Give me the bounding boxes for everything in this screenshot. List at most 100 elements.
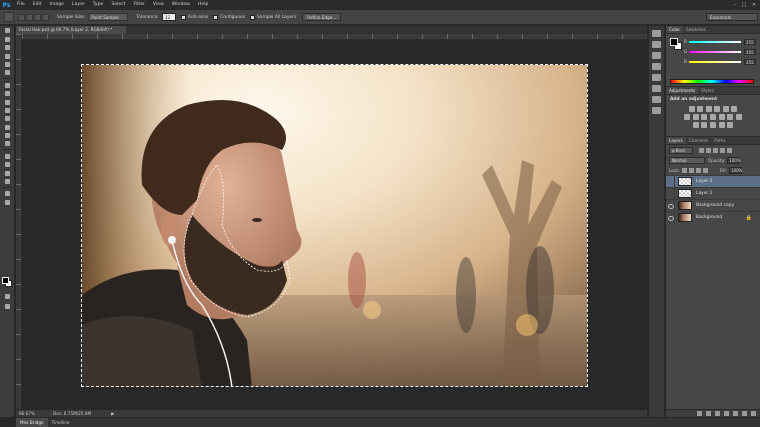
gradient-triangle-icon[interactable]: [731, 106, 738, 112]
layer-row-layer-2[interactable]: Layer 2: [666, 175, 760, 188]
delete-layer-icon[interactable]: [751, 411, 756, 416]
intersect-selection-icon[interactable]: [42, 13, 49, 21]
menu-view[interactable]: View: [149, 0, 168, 10]
new-group-icon[interactable]: [733, 411, 738, 416]
color-lookup-icon[interactable]: [727, 114, 734, 120]
color-foreground-swatch[interactable]: [670, 38, 678, 46]
tab-swatches[interactable]: Swatches: [683, 26, 709, 33]
contiguous-checkbox[interactable]: [213, 14, 219, 20]
threshold-icon[interactable]: [710, 122, 716, 128]
menu-file[interactable]: File: [13, 0, 29, 10]
visibility-toggle[interactable]: [666, 175, 675, 188]
channel-mixer-icon[interactable]: [718, 114, 725, 120]
crop-tool-icon[interactable]: [3, 61, 12, 68]
filter-type-icon[interactable]: [713, 147, 718, 153]
pen-tool-icon[interactable]: [3, 153, 12, 160]
filter-pixel-icon[interactable]: [699, 147, 704, 153]
screen-mode-icon[interactable]: [3, 303, 12, 310]
dodge-tool-icon[interactable]: [3, 140, 12, 147]
eye-icon[interactable]: [666, 199, 675, 212]
selective-color-icon[interactable]: [727, 122, 734, 128]
move-tool-icon[interactable]: [3, 27, 12, 34]
lock-image-icon[interactable]: [688, 167, 694, 173]
refine-edge-button[interactable]: Refine Edge...: [302, 13, 342, 21]
subtract-from-selection-icon[interactable]: [34, 13, 41, 21]
tab-paths[interactable]: Paths: [711, 137, 728, 144]
workspace-select[interactable]: Essentials: [706, 13, 758, 21]
marquee-tool-icon[interactable]: [3, 36, 12, 43]
zoom-tool-icon[interactable]: [3, 199, 12, 206]
visibility-toggle[interactable]: [666, 187, 675, 200]
opacity-input[interactable]: 100%: [727, 156, 741, 164]
tab-adjustments[interactable]: Adjustments: [666, 87, 699, 94]
clone-source-icon[interactable]: [652, 107, 661, 114]
levels-icon[interactable]: [697, 106, 704, 112]
blend-mode-select[interactable]: Normal: [669, 156, 705, 164]
layer-row-background-copy[interactable]: Background copy: [666, 199, 760, 212]
menu-window[interactable]: Window: [168, 0, 194, 10]
brush-presets-icon[interactable]: [652, 74, 661, 81]
magic-wand-tool-preset-icon[interactable]: [4, 12, 14, 22]
minimize-button[interactable]: –: [731, 0, 739, 10]
color-balance-icon[interactable]: [692, 114, 699, 120]
foreground-color-swatch[interactable]: [2, 277, 9, 284]
brush-panel-icon[interactable]: [652, 63, 661, 70]
black-white-icon[interactable]: [701, 114, 708, 120]
history-panel-icon[interactable]: [652, 30, 661, 37]
eraser-tool-icon[interactable]: [3, 115, 12, 122]
path-selection-tool-icon[interactable]: [3, 170, 12, 177]
hue-saturation-icon[interactable]: [684, 114, 691, 120]
gradient-map-icon[interactable]: [718, 122, 725, 128]
healing-brush-tool-icon[interactable]: [3, 82, 12, 89]
status-menu-arrow-icon[interactable]: ▶: [111, 411, 114, 416]
blue-value[interactable]: 255: [744, 58, 756, 65]
rectangle-tool-icon[interactable]: [3, 178, 12, 185]
sample-all-layers-checkbox[interactable]: [250, 14, 256, 20]
red-track[interactable]: [689, 40, 741, 43]
gradient-tool-icon[interactable]: [3, 124, 12, 131]
properties-panel-icon[interactable]: [652, 41, 661, 48]
tolerance-input[interactable]: 32: [161, 13, 176, 21]
fill-input[interactable]: 100%: [728, 166, 742, 174]
add-mask-icon[interactable]: [715, 411, 720, 416]
menu-edit[interactable]: Edit: [29, 0, 46, 10]
anti-alias-checkbox[interactable]: [180, 14, 186, 20]
tab-layers[interactable]: Layers: [666, 137, 686, 144]
new-selection-icon[interactable]: [18, 13, 25, 21]
magic-wand-tool-icon[interactable]: [3, 53, 12, 60]
brightness-contrast-icon[interactable]: [688, 106, 695, 112]
zoom-level[interactable]: 66.67%: [19, 411, 35, 416]
new-adjustment-icon[interactable]: [724, 411, 729, 416]
lock-transparent-icon[interactable]: [681, 167, 687, 173]
clone-stamp-tool-icon[interactable]: [3, 99, 12, 106]
document-image[interactable]: [81, 64, 588, 387]
vibrance-icon[interactable]: [722, 106, 729, 112]
tab-channels[interactable]: Channels: [686, 137, 711, 144]
link-layers-icon[interactable]: [697, 411, 702, 416]
filter-adjustment-icon[interactable]: [706, 147, 711, 153]
color-spectrum-bar[interactable]: [670, 79, 754, 84]
blue-slider[interactable]: B 255: [684, 58, 758, 65]
type-tool-icon[interactable]: [3, 161, 12, 168]
invert-icon[interactable]: [692, 122, 699, 128]
menu-select[interactable]: Select: [107, 0, 129, 10]
menu-help[interactable]: Help: [194, 0, 212, 10]
info-panel-icon[interactable]: [652, 52, 661, 59]
lock-all-icon[interactable]: [702, 167, 708, 173]
lock-position-icon[interactable]: [695, 167, 701, 173]
quick-mask-icon[interactable]: [3, 293, 12, 300]
eyedropper-tool-icon[interactable]: [3, 69, 12, 76]
menu-type[interactable]: Type: [89, 0, 108, 10]
layer-row-background[interactable]: Background 🔒: [666, 211, 760, 224]
posterize-icon[interactable]: [701, 122, 708, 128]
green-slider[interactable]: G 255: [684, 48, 758, 55]
menu-image[interactable]: Image: [46, 0, 68, 10]
grid-icon[interactable]: [735, 114, 742, 120]
blur-tool-icon[interactable]: [3, 132, 12, 139]
red-value[interactable]: 255: [744, 38, 756, 45]
filter-smart-object-icon[interactable]: [727, 147, 732, 153]
maximize-button[interactable]: □: [740, 0, 748, 10]
close-button[interactable]: ✕: [750, 0, 758, 10]
brush-tool-icon[interactable]: [3, 90, 12, 97]
menu-filter[interactable]: Filter: [130, 0, 149, 10]
